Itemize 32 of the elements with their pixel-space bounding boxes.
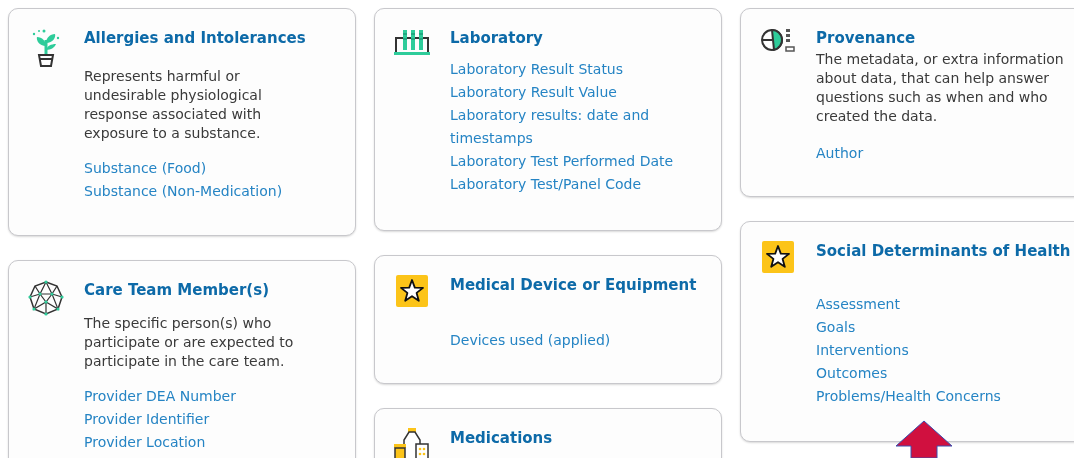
data-element-link[interactable]: Problems/Health Concerns: [816, 385, 1001, 408]
data-element-link[interactable]: Assessment: [816, 293, 900, 316]
card-title[interactable]: Laboratory: [450, 28, 711, 48]
card-title[interactable]: Social Determinants of Health: [816, 241, 1074, 261]
data-element-link[interactable]: Laboratory Result Value: [450, 81, 617, 104]
pie-chart-list-icon: [760, 28, 796, 54]
data-element-link[interactable]: Laboratory Test Performed Date: [450, 150, 674, 173]
data-element-link[interactable]: Author: [816, 142, 864, 165]
data-element-link[interactable]: Substance (Food): [84, 157, 207, 180]
card-title[interactable]: Medical Device or Equipment: [450, 275, 711, 295]
test-tubes-icon: [394, 28, 430, 56]
card-title[interactable]: Allergies and Intolerances: [84, 28, 345, 48]
data-element-link[interactable]: Provider Location: [84, 431, 206, 454]
data-element-link[interactable]: Substance (Non-Medication): [84, 180, 283, 203]
pointer-arrow: [895, 420, 953, 458]
card-title[interactable]: Care Team Member(s): [84, 280, 345, 300]
card-description: Represents harmful or undesirable physiological response associated with exposure to a substance.: [84, 67, 263, 143]
card-description: The metadata, or extra information about data, that can help answer questions such as when and who created the data.: [816, 50, 1065, 126]
data-element-link[interactable]: Laboratory Test/Panel Code: [450, 173, 642, 196]
data-element-link[interactable]: Provider DEA Number: [84, 385, 236, 408]
data-element-link[interactable]: Devices used (applied): [450, 329, 611, 352]
card-title[interactable]: Medications: [450, 428, 711, 448]
card-title[interactable]: Provenance: [816, 28, 1074, 48]
data-element-link[interactable]: Laboratory Result Status: [450, 58, 624, 81]
data-element-link[interactable]: Outcomes: [816, 362, 888, 385]
data-element-link[interactable]: Goals: [816, 316, 856, 339]
data-element-link[interactable]: Provider Identifier: [84, 408, 210, 431]
data-element-link[interactable]: Laboratory results: date and timestamps: [450, 104, 711, 150]
data-element-link[interactable]: Interventions: [816, 339, 909, 362]
network-sphere-icon: [28, 280, 64, 316]
card-description: The specific person(s) who participate or are expected to participate in the care team.: [84, 314, 295, 371]
potted-plant-icon: [31, 28, 61, 68]
